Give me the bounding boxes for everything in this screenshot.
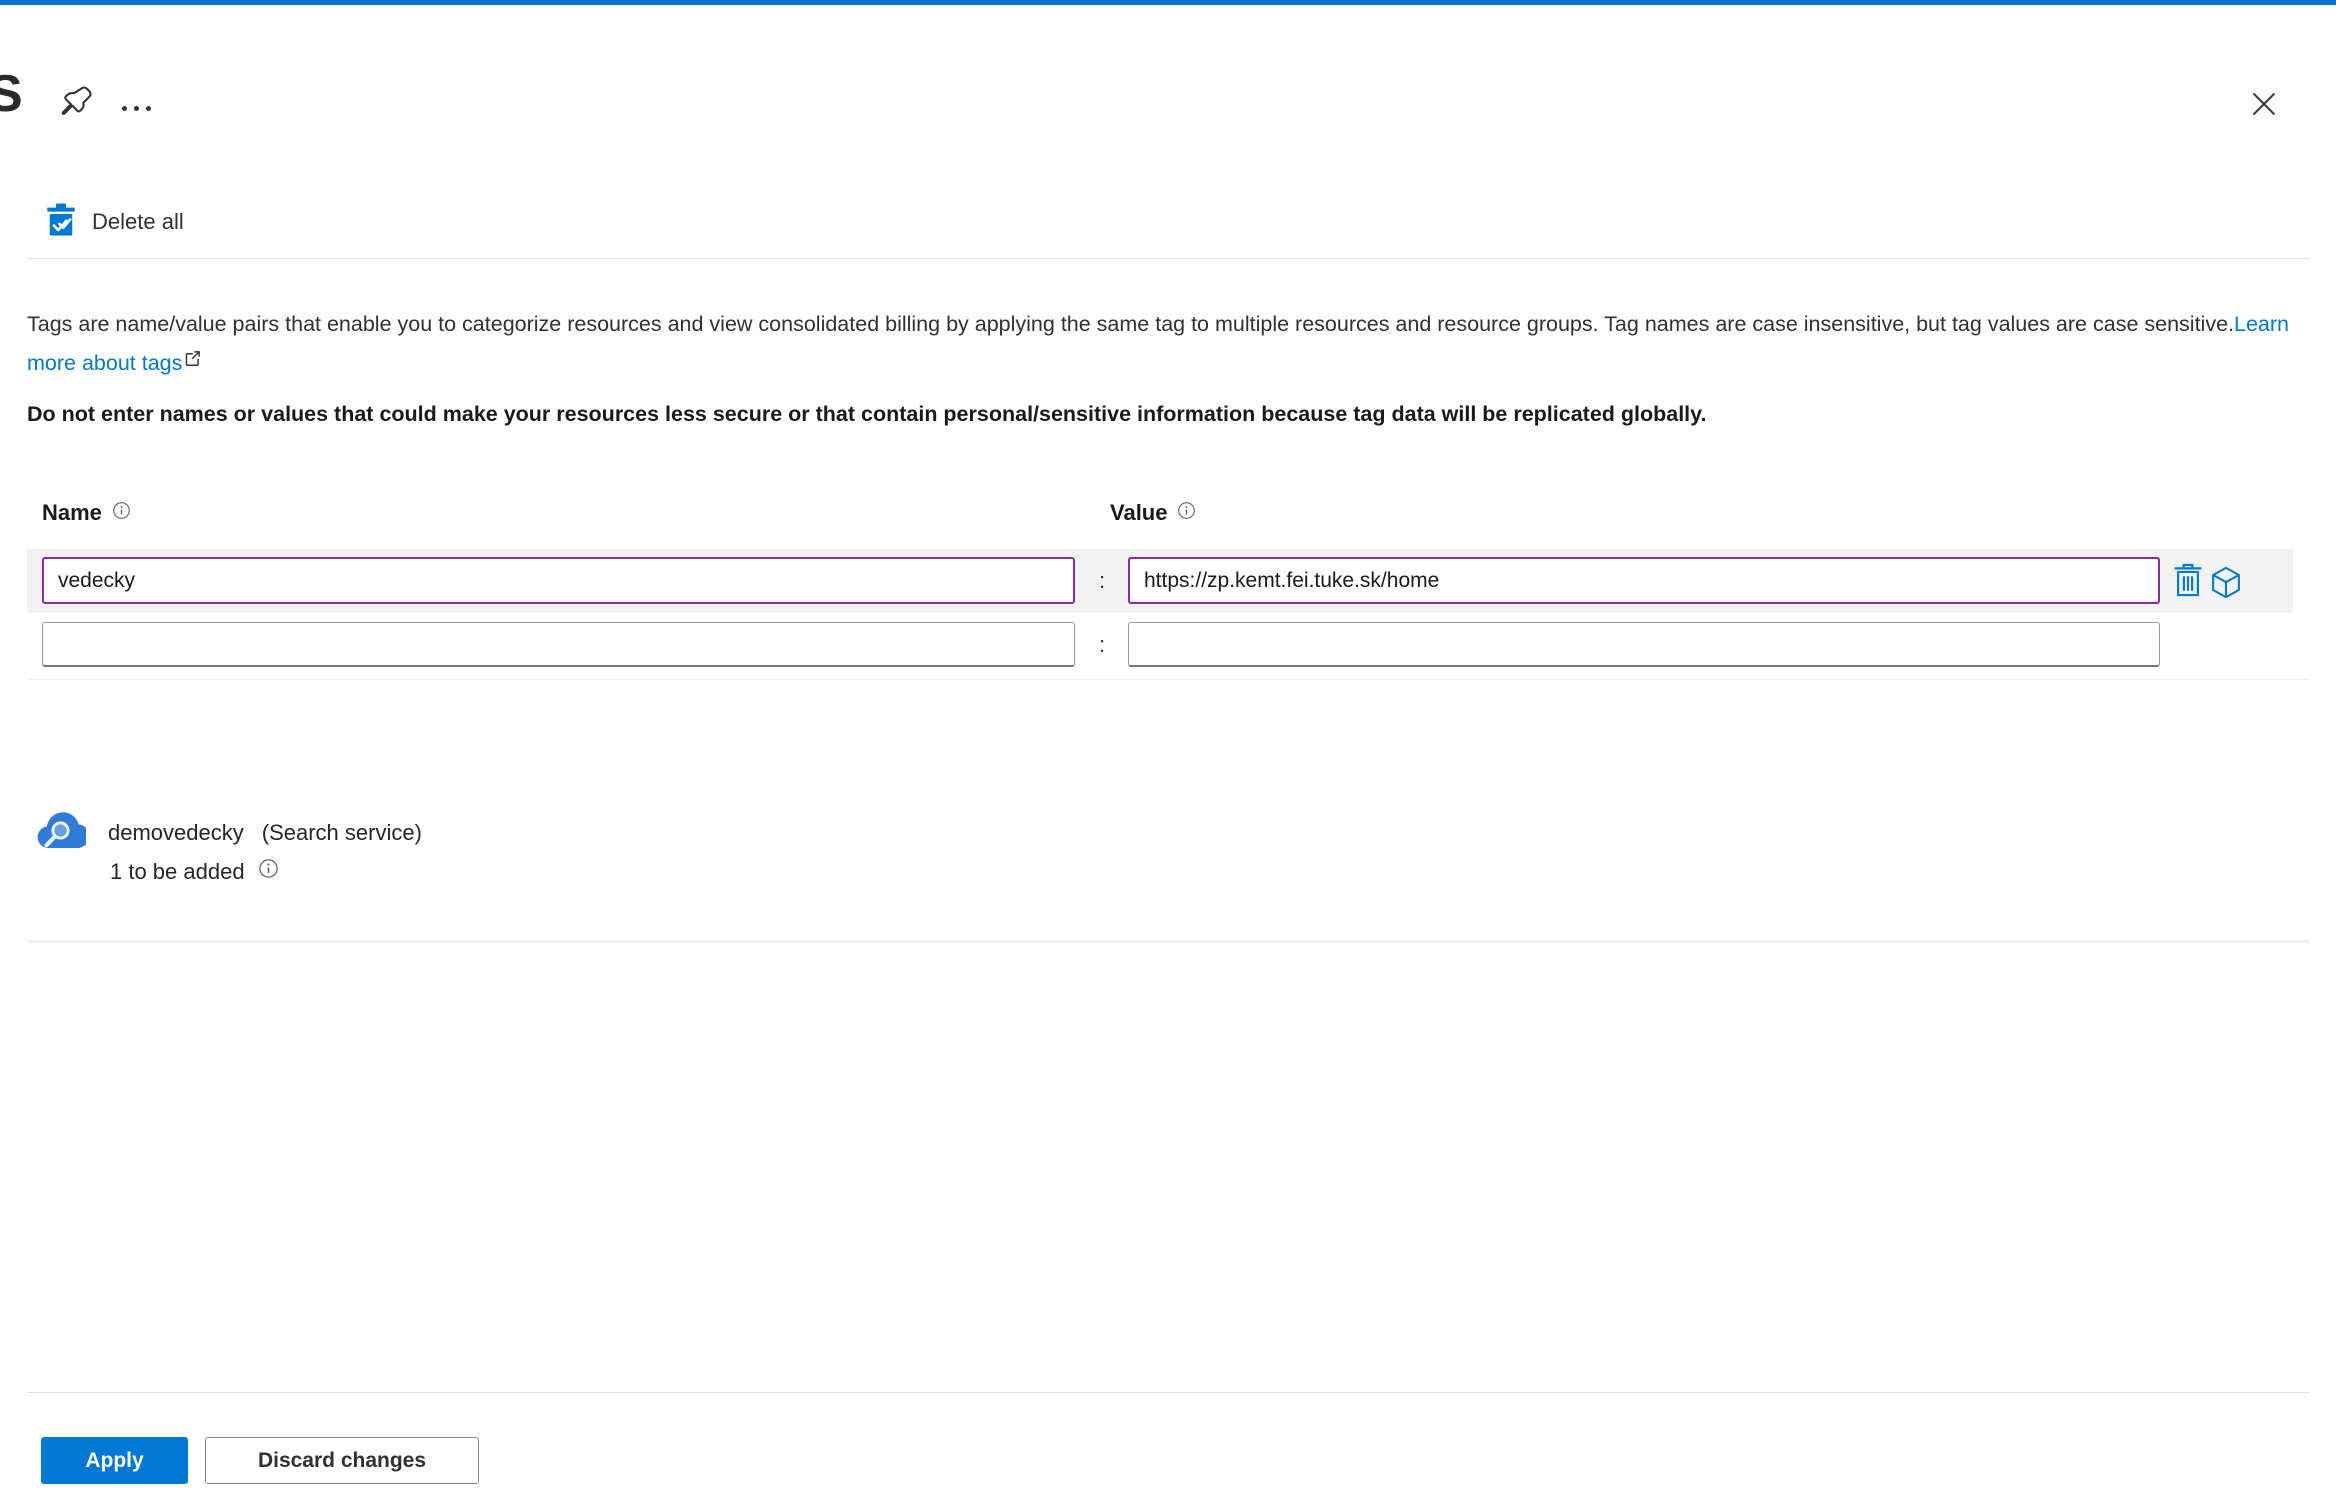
- pin-icon: [56, 86, 94, 125]
- rows-divider: [27, 679, 2310, 680]
- blade-title-partial: S: [0, 65, 23, 123]
- info-icon[interactable]: [258, 858, 279, 885]
- tag-name-input[interactable]: [42, 557, 1075, 604]
- resource-cube-icon: [2210, 566, 2242, 602]
- pin-button[interactable]: [56, 84, 94, 122]
- trash-icon: [2174, 563, 2202, 600]
- tag-value-input[interactable]: [1128, 557, 2160, 604]
- delete-all-label: Delete all: [92, 209, 184, 234]
- more-options-button[interactable]: [122, 96, 166, 120]
- name-value-separator: :: [1098, 568, 1106, 593]
- resource-status-text: 1 to be added: [110, 858, 245, 884]
- toolbar-divider: [27, 258, 2310, 259]
- resource-type: (Search service): [261, 820, 422, 845]
- resource-name: demovedecky: [108, 820, 244, 845]
- tags-description: Tags are name/value pairs that enable yo…: [27, 306, 2315, 382]
- resource-status-row: 1 to be added: [110, 858, 279, 885]
- name-value-separator: :: [1098, 632, 1106, 657]
- tags-description-text: Tags are name/value pairs that enable yo…: [27, 312, 2234, 336]
- info-icon[interactable]: [112, 500, 131, 526]
- search-service-cloud-icon: [36, 810, 90, 854]
- tags-warning-text: Do not enter names or values that could …: [27, 402, 1707, 426]
- resource-scope-button[interactable]: [2209, 565, 2243, 603]
- tag-row: :: [27, 549, 2293, 613]
- external-link-icon: [183, 343, 202, 380]
- discard-changes-button[interactable]: Discard changes: [205, 1437, 479, 1484]
- info-icon[interactable]: [1177, 500, 1196, 526]
- delete-tag-button[interactable]: [2171, 562, 2205, 600]
- apply-button[interactable]: Apply: [41, 1437, 188, 1484]
- close-button[interactable]: [2246, 86, 2282, 122]
- resource-row: demovedecky (Search service): [108, 820, 422, 846]
- tag-value-input[interactable]: [1128, 622, 2160, 667]
- value-header-label: Value: [1110, 500, 1168, 525]
- more-ellipsis-icon: [122, 105, 127, 111]
- top-accent-bar: [0, 0, 2336, 5]
- value-column-header: Value: [1110, 500, 1196, 526]
- delete-all-checked-trash-icon: [46, 203, 76, 241]
- close-icon: [2246, 93, 2282, 125]
- tag-name-input[interactable]: [42, 622, 1075, 667]
- tag-row: :: [27, 617, 2293, 673]
- delete-all-button[interactable]: Delete all: [46, 203, 184, 241]
- section-divider: [27, 940, 2310, 943]
- name-header-label: Name: [42, 500, 102, 525]
- footer-divider: [27, 1392, 2310, 1393]
- name-column-header: Name: [42, 500, 131, 526]
